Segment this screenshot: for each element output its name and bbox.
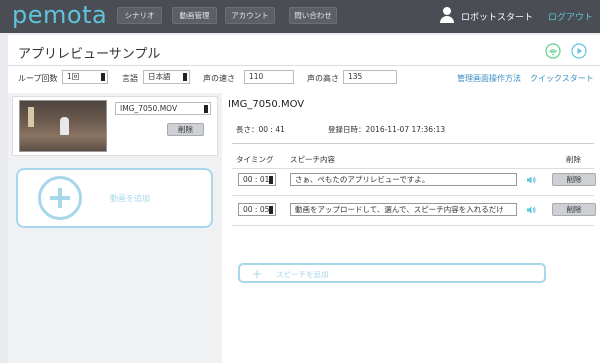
add-speech-button[interactable]: + スピーチを追加 (238, 263, 546, 283)
row-separator (232, 225, 594, 226)
video-list: IMG_7050.MOV 削除 動画を追加 (8, 93, 222, 363)
plus-icon (38, 176, 82, 220)
user-name[interactable]: ロボットスタート (461, 10, 533, 23)
timing-value: 00 : 01 (243, 175, 270, 184)
add-video-button[interactable]: 動画を追加 (16, 168, 213, 228)
col-header-delete: 削除 (566, 155, 581, 164)
voice-speed-label: 声の速さ (203, 74, 235, 83)
logout-link[interactable]: ログアウト (548, 10, 593, 23)
delete-video-button[interactable]: 削除 (167, 123, 204, 136)
caret-down-icon (269, 176, 273, 184)
title-divider (8, 65, 600, 66)
robot-figure (60, 117, 69, 135)
caret-down-icon (101, 73, 105, 81)
play-icon[interactable] (571, 43, 587, 59)
row-separator (232, 168, 594, 169)
top-nav: pemota シナリオ 動画管理 アカウント 問い合わせ ロボットスタート ログ… (0, 0, 600, 33)
speaker-icon[interactable] (526, 205, 536, 215)
quickstart-link[interactable]: クイックスタート (530, 73, 594, 84)
language-select[interactable]: 日本語 (143, 70, 190, 84)
speech-input[interactable]: さぁ、ぺもたのアプリレビューですよ。 (290, 173, 517, 186)
nav-contact-button[interactable]: 問い合わせ (289, 7, 337, 24)
nav-scenario-button[interactable]: シナリオ (117, 7, 162, 24)
nav-video-button[interactable]: 動画管理 (172, 7, 217, 24)
timing-select[interactable]: 00 : 01 (238, 173, 276, 186)
caret-down-icon (183, 73, 187, 81)
user-icon (440, 7, 454, 23)
language-label: 言語 (122, 74, 138, 83)
video-title: IMG_7050.MOV (228, 99, 305, 110)
logo[interactable]: pemota (12, 1, 107, 29)
video-file-value: IMG_7050.MOV (120, 104, 178, 113)
speech-input[interactable]: 動画をアップロードして、選んで、スピーチ内容を入れるだけ (290, 203, 517, 216)
loop-count-select[interactable]: 1回 (62, 70, 108, 84)
video-card[interactable]: IMG_7050.MOV 削除 (12, 96, 218, 156)
manual-link[interactable]: 管理画面操作方法 (457, 73, 521, 84)
video-thumbnail[interactable] (19, 100, 107, 152)
caret-down-icon (204, 105, 208, 113)
registered-datetime: 登録日時：2016-11-07 17:36:13 (328, 125, 446, 134)
language-value: 日本語 (148, 72, 171, 81)
caret-down-icon (269, 206, 273, 214)
delete-speech-button[interactable]: 削除 (552, 173, 596, 186)
voice-speed-input[interactable]: 110 (244, 70, 294, 84)
detail-divider (232, 143, 594, 144)
voice-pitch-label: 声の高さ (307, 74, 339, 83)
main-panel: アプリレビューサンプル ループ回数 1回 言語 日本語 声の速さ 110 声の高… (8, 35, 600, 363)
video-length: 長さ：00 : 41 (236, 125, 285, 134)
timing-select[interactable]: 00 : 05 (238, 203, 276, 216)
delete-speech-button[interactable]: 削除 (552, 203, 596, 216)
plus-icon: + (252, 267, 263, 281)
page-title: アプリレビューサンプル (18, 47, 161, 62)
video-file-select[interactable]: IMG_7050.MOV (115, 102, 211, 115)
col-header-speech: スピーチ内容 (290, 155, 335, 164)
speaker-icon[interactable] (526, 175, 536, 185)
voice-pitch-input[interactable]: 135 (343, 70, 397, 84)
col-header-timing: タイミング (236, 155, 274, 164)
timing-value: 00 : 05 (243, 205, 270, 214)
loop-count-value: 1回 (67, 72, 80, 81)
wifi-icon[interactable] (545, 43, 561, 59)
nav-account-button[interactable]: アカウント (225, 7, 275, 24)
video-detail: IMG_7050.MOV 長さ：00 : 41 登録日時：2016-11-07 … (222, 93, 600, 363)
add-speech-label: スピーチを追加 (276, 270, 329, 279)
row-separator (232, 195, 594, 196)
loop-count-label: ループ回数 (18, 74, 58, 83)
add-video-label: 動画を追加 (110, 194, 150, 203)
